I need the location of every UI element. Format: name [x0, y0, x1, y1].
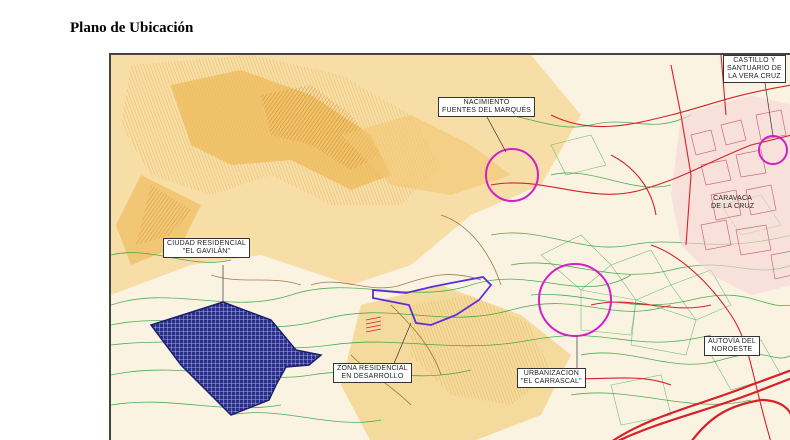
label-line: DE LA CRUZ: [711, 203, 755, 210]
label-line: "EL GAVILÁN": [182, 248, 231, 255]
label-line: CASTILLO Y: [733, 57, 776, 64]
label-line: NACIMIENTO: [463, 99, 510, 106]
location-map: CIUDAD RESIDENCIAL "EL GAVILÁN" NACIMIEN…: [109, 53, 790, 440]
page-title: Plano de Ubicación: [70, 20, 194, 36]
label-caravaca: CARAVACA DE LA CRUZ: [708, 194, 757, 212]
label-line: FUENTES DEL MARQUÉS: [442, 107, 532, 114]
label-line: SANTUARIO DE: [727, 65, 782, 72]
label-line: LA VERA CRUZ: [728, 73, 781, 80]
label-line: CIUDAD RESIDENCIAL: [167, 240, 247, 247]
label-ciudad-gavilan: CIUDAD RESIDENCIAL "EL GAVILÁN": [163, 238, 251, 258]
label-line: CARAVACA: [713, 195, 753, 202]
label-line: NOROESTE: [711, 346, 753, 353]
label-autovia: AUTOVÍA DEL NOROESTE: [704, 336, 760, 356]
label-line: EN DESARROLLO: [341, 373, 404, 380]
label-nacimiento: NACIMIENTO FUENTES DEL MARQUÉS: [438, 97, 536, 117]
label-zona-residencial: ZONA RESIDENCIAL EN DESARROLLO: [333, 363, 412, 383]
label-line: ZONA RESIDENCIAL: [337, 365, 408, 372]
label-castillo: CASTILLO Y SANTUARIO DE LA VERA CRUZ: [723, 55, 786, 83]
label-line: URBANIZACIÓN: [523, 370, 580, 377]
label-urbanizacion: URBANIZACIÓN "EL CARRASCAL": [517, 368, 586, 388]
label-line: AUTOVÍA DEL: [708, 338, 756, 345]
label-line: "EL CARRASCAL": [521, 378, 582, 385]
